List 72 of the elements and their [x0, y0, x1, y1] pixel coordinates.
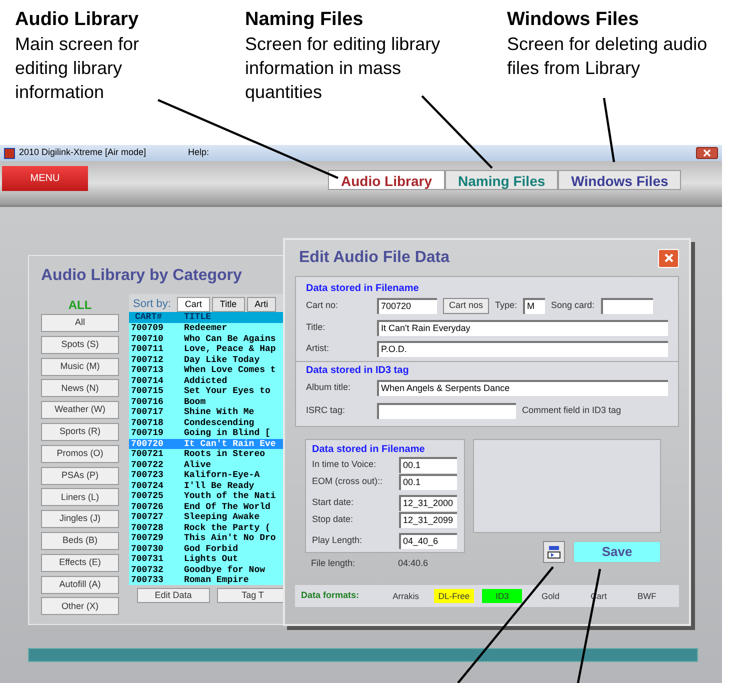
input-field[interactable]: It Can't Rain Everyday [377, 320, 668, 336]
menu-button[interactable]: MENU [2, 166, 88, 191]
input-field[interactable]: 12_31_2000 [399, 494, 457, 510]
callout-title: Audio Library [15, 8, 140, 32]
category-button[interactable]: Effects (E) [41, 554, 119, 572]
field-label: Song card: [551, 299, 595, 312]
category-button[interactable]: Other (X) [41, 597, 119, 616]
field-label: Album title: [306, 380, 352, 394]
save-button[interactable]: Save [573, 541, 661, 563]
format-tag: BWF [626, 589, 667, 603]
category-button[interactable]: News (N) [41, 379, 119, 398]
category-button[interactable]: Promos (O) [41, 444, 119, 463]
input-field[interactable]: M [523, 298, 546, 314]
category-button[interactable]: Beds (B) [41, 532, 119, 550]
input-field[interactable]: When Angels & Serpents Dance [377, 380, 668, 396]
input-field[interactable]: 700720 [377, 298, 437, 314]
callout-text: Screen for editing library information in mass quantities [245, 33, 442, 104]
tab[interactable]: Audio Library [328, 170, 446, 190]
window-title: 2010 Digilink-Xtreme [Air mode] [19, 146, 148, 160]
callout-title: Windows Files [507, 8, 640, 32]
category-button[interactable]: PSAs (P) [41, 466, 119, 485]
file-length-value: 04:40.6 [398, 557, 428, 570]
sort-label: Sort by: [133, 296, 171, 312]
callout-text: Main screen for editing library information [15, 33, 140, 104]
field-label: In time to Voice: [312, 458, 378, 471]
tab[interactable]: Naming Files [445, 170, 558, 190]
sort-tab[interactable]: Title [212, 297, 245, 312]
category-button[interactable]: Weather (W) [41, 401, 119, 420]
category-label: ALL [68, 297, 92, 314]
category-button[interactable]: All [41, 314, 119, 332]
category-button[interactable]: Music (M) [41, 358, 119, 376]
input-field[interactable]: 04_40_6 [399, 532, 457, 548]
category-button[interactable]: Spots (S) [41, 336, 119, 354]
panel-title: Audio Library by Category [41, 266, 242, 286]
field-label: ISRC tag: [306, 404, 346, 418]
field-note: Comment field in ID3 tag [522, 404, 622, 418]
category-button[interactable]: Sports (R) [41, 422, 119, 441]
section-heading: Data stored in ID3 tag [306, 364, 410, 377]
field-label: Cart no: [306, 299, 340, 312]
format-tag: DL-Free [434, 589, 474, 603]
category-button[interactable]: Autofill (A) [41, 576, 119, 594]
list-button[interactable]: Edit Data [137, 588, 210, 603]
cart-nos-button[interactable]: Cart nos [443, 298, 490, 314]
field-label: Artist: [306, 342, 330, 355]
formats-label: Data formats: [301, 589, 360, 602]
dialog-title: Edit Audio File Data [299, 248, 451, 268]
field-label: Type: [495, 299, 518, 312]
callout-text: Screen for deleting audio files from Library [507, 33, 708, 80]
column-header: CART# [134, 312, 164, 323]
section-heading: Data stored in Filename [306, 282, 420, 295]
category-button[interactable]: Liners (L) [41, 488, 119, 506]
input-field[interactable]: 00.1 [399, 474, 457, 490]
field-label: Title: [306, 320, 326, 334]
format-tag: Arrakis [386, 589, 426, 603]
input-field[interactable]: 12_31_2099 [399, 512, 457, 528]
callout-title: Naming Files [245, 8, 364, 32]
format-tag: ID3 [482, 589, 522, 603]
format-tag: Gold [530, 589, 571, 603]
field-label: Stop date: [312, 512, 354, 526]
column-header: TITLE [184, 312, 212, 323]
section-heading: Data stored in Filename [312, 443, 426, 456]
tab[interactable]: Windows Files [558, 170, 682, 190]
sort-tab[interactable]: Arti [246, 297, 276, 312]
menu-item[interactable]: Help: [188, 146, 210, 160]
field-label: File length: [311, 557, 356, 570]
input-field[interactable]: P.O.D. [377, 340, 668, 356]
field-label: Play Length: [312, 534, 364, 547]
sort-tab[interactable]: Cart [176, 297, 210, 312]
input-field[interactable]: 00.1 [399, 456, 457, 472]
category-button[interactable]: Jingles (J) [41, 510, 119, 528]
field-label: EOM (cross out):: [312, 474, 384, 488]
field-label: Start date: [312, 496, 355, 509]
